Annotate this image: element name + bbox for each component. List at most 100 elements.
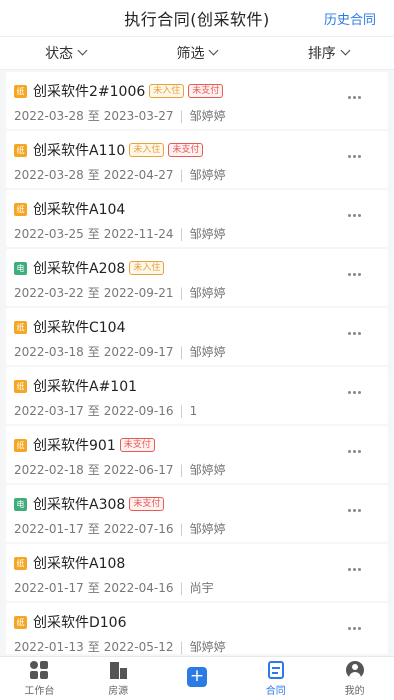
end-date: 2022-05-12 xyxy=(103,639,174,654)
tab-listings[interactable]: 房源 xyxy=(79,657,158,700)
contract-card[interactable]: 纸 创采软件A110 未入住 未支付 2022-03-28 至 2022-04-2… xyxy=(6,131,388,188)
more-options-icon[interactable] xyxy=(348,627,362,631)
contract-title-row: 纸 创采软件A104 xyxy=(14,199,125,219)
contract-card[interactable]: 纸 创采软件A104 2022-03-25 至 2022-11-24 | 邹婷婷 xyxy=(6,190,388,247)
date-connector: 至 xyxy=(87,286,100,300)
date-connector: 至 xyxy=(87,345,100,359)
contract-title-row: 电 创采软件A208 未入住 xyxy=(14,258,165,278)
divider: | xyxy=(179,521,184,536)
contract-type-badge: 纸 xyxy=(14,556,27,570)
tab-add[interactable]: + xyxy=(158,657,237,700)
date-connector: 至 xyxy=(87,109,100,123)
contract-icon xyxy=(267,661,284,679)
more-options-icon[interactable] xyxy=(348,509,362,513)
more-options-icon[interactable] xyxy=(348,332,362,336)
divider: | xyxy=(179,403,184,418)
date-connector: 至 xyxy=(87,168,100,182)
contract-meta-row: 2022-03-28 至 2023-03-27 | 邹婷婷 xyxy=(14,107,226,124)
contract-card[interactable]: 纸 创采软件A108 2022-01-17 至 2022-04-16 | 尚宇 xyxy=(6,544,388,601)
tab-contracts[interactable]: 合同 xyxy=(236,657,315,700)
end-date: 2022-04-16 xyxy=(103,580,174,595)
history-contracts-link[interactable]: 历史合同 xyxy=(324,9,376,28)
divider: | xyxy=(179,108,184,123)
tenant-name: 邹婷婷 xyxy=(189,286,226,300)
date-connector: 至 xyxy=(87,404,100,418)
tab-label: 工作台 xyxy=(24,686,55,697)
end-date: 2022-07-16 xyxy=(103,521,174,536)
contract-name: 创采软件A110 xyxy=(33,143,126,159)
date-connector: 至 xyxy=(87,640,100,654)
start-date: 2022-03-18 xyxy=(14,344,84,359)
tenant-name: 邹婷婷 xyxy=(189,463,226,477)
contract-name: 创采软件A208 xyxy=(33,261,126,277)
contract-name: 创采软件C104 xyxy=(33,320,126,336)
date-connector: 至 xyxy=(87,463,100,477)
contract-name: 创采软件A108 xyxy=(33,556,126,572)
screen-filter[interactable]: 筛选 xyxy=(131,37,262,69)
contract-card[interactable]: 电 创采软件A308 未支付 2022-01-17 至 2022-07-16 |… xyxy=(6,485,388,542)
plus-icon: + xyxy=(186,667,207,687)
contract-list: 纸 创采软件2#1006 未入住 未支付 2022-03-28 至 2023-03… xyxy=(6,72,388,654)
more-options-icon[interactable] xyxy=(348,214,362,218)
divider: | xyxy=(179,639,184,654)
unoccupied-tag: 未入住 xyxy=(129,143,165,157)
tenant-name: 1 xyxy=(189,403,198,418)
tab-label: 合同 xyxy=(265,686,286,697)
tenant-name: 邹婷婷 xyxy=(189,109,226,123)
divider: | xyxy=(179,580,184,595)
status-filter[interactable]: 状态 xyxy=(0,37,131,69)
end-date: 2022-09-16 xyxy=(103,403,174,418)
contract-card[interactable]: 纸 创采软件D106 2022-01-13 至 2022-05-12 | 邹婷婷 xyxy=(6,603,388,654)
contract-card[interactable]: 纸 创采软件2#1006 未入住 未支付 2022-03-28 至 2023-03… xyxy=(6,72,388,129)
more-options-icon[interactable] xyxy=(348,273,362,277)
unpaid-tag: 未支付 xyxy=(168,143,204,157)
tab-label: 我的 xyxy=(344,686,365,697)
contract-title-row: 纸 创采软件C104 xyxy=(14,317,126,337)
contract-card[interactable]: 纸 创采软件A#101 2022-03-17 至 2022-09-16 | 1 xyxy=(6,367,388,424)
start-date: 2022-01-17 xyxy=(14,521,84,536)
more-options-icon[interactable] xyxy=(348,568,362,572)
unpaid-tag: 未支付 xyxy=(188,84,224,98)
chevron-down-icon xyxy=(209,45,219,56)
contract-type-badge: 纸 xyxy=(14,379,27,393)
end-date: 2022-06-17 xyxy=(103,462,174,477)
tab-mine[interactable]: 我的 xyxy=(315,657,394,700)
contract-name: 创采软件901 xyxy=(33,438,116,454)
more-options-icon[interactable] xyxy=(348,450,362,454)
unoccupied-tag: 未入住 xyxy=(149,84,185,98)
end-date: 2022-09-17 xyxy=(103,344,174,359)
contract-card[interactable]: 电 创采软件A208 未入住 2022-03-22 至 2022-09-21 |… xyxy=(6,249,388,306)
contract-card[interactable]: 纸 创采软件C104 2022-03-18 至 2022-09-17 | 邹婷婷 xyxy=(6,308,388,365)
contract-name: 创采软件D106 xyxy=(33,615,127,631)
contract-type-badge: 纸 xyxy=(14,143,27,157)
tab-workbench[interactable]: 工作台 xyxy=(0,657,79,700)
start-date: 2022-03-28 xyxy=(14,108,84,123)
tenant-name: 邹婷婷 xyxy=(189,640,226,654)
more-options-icon[interactable] xyxy=(348,155,362,159)
contract-title-row: 纸 创采软件D106 xyxy=(14,612,127,632)
contract-name: 创采软件A308 xyxy=(33,497,126,513)
contract-type-badge: 电 xyxy=(14,261,27,275)
date-connector: 至 xyxy=(87,581,100,595)
sort-filter[interactable]: 排序 xyxy=(263,37,394,69)
tenant-name: 尚宇 xyxy=(189,581,214,595)
unoccupied-tag: 未入住 xyxy=(129,261,165,275)
contract-title-row: 纸 创采软件901 未支付 xyxy=(14,435,155,455)
contract-type-badge: 纸 xyxy=(14,84,27,98)
contract-card[interactable]: 纸 创采软件901 未支付 2022-02-18 至 2022-06-17 | … xyxy=(6,426,388,483)
tab-label: 房源 xyxy=(108,686,129,697)
contract-type-badge: 纸 xyxy=(14,615,27,629)
contract-type-badge: 纸 xyxy=(14,320,27,334)
sort-filter-label: 排序 xyxy=(307,46,336,62)
more-options-icon[interactable] xyxy=(348,391,362,395)
contract-name: 创采软件2#1006 xyxy=(33,84,146,100)
divider: | xyxy=(179,167,184,182)
contract-meta-row: 2022-03-17 至 2022-09-16 | 1 xyxy=(14,402,197,419)
status-filter-label: 状态 xyxy=(45,46,74,62)
tenant-name: 邹婷婷 xyxy=(189,522,226,536)
contract-meta-row: 2022-01-17 至 2022-07-16 | 邹婷婷 xyxy=(14,520,226,537)
start-date: 2022-03-17 xyxy=(14,403,84,418)
more-options-icon[interactable] xyxy=(348,96,362,100)
contract-name: 创采软件A#101 xyxy=(33,379,138,395)
chevron-down-icon xyxy=(77,45,88,56)
